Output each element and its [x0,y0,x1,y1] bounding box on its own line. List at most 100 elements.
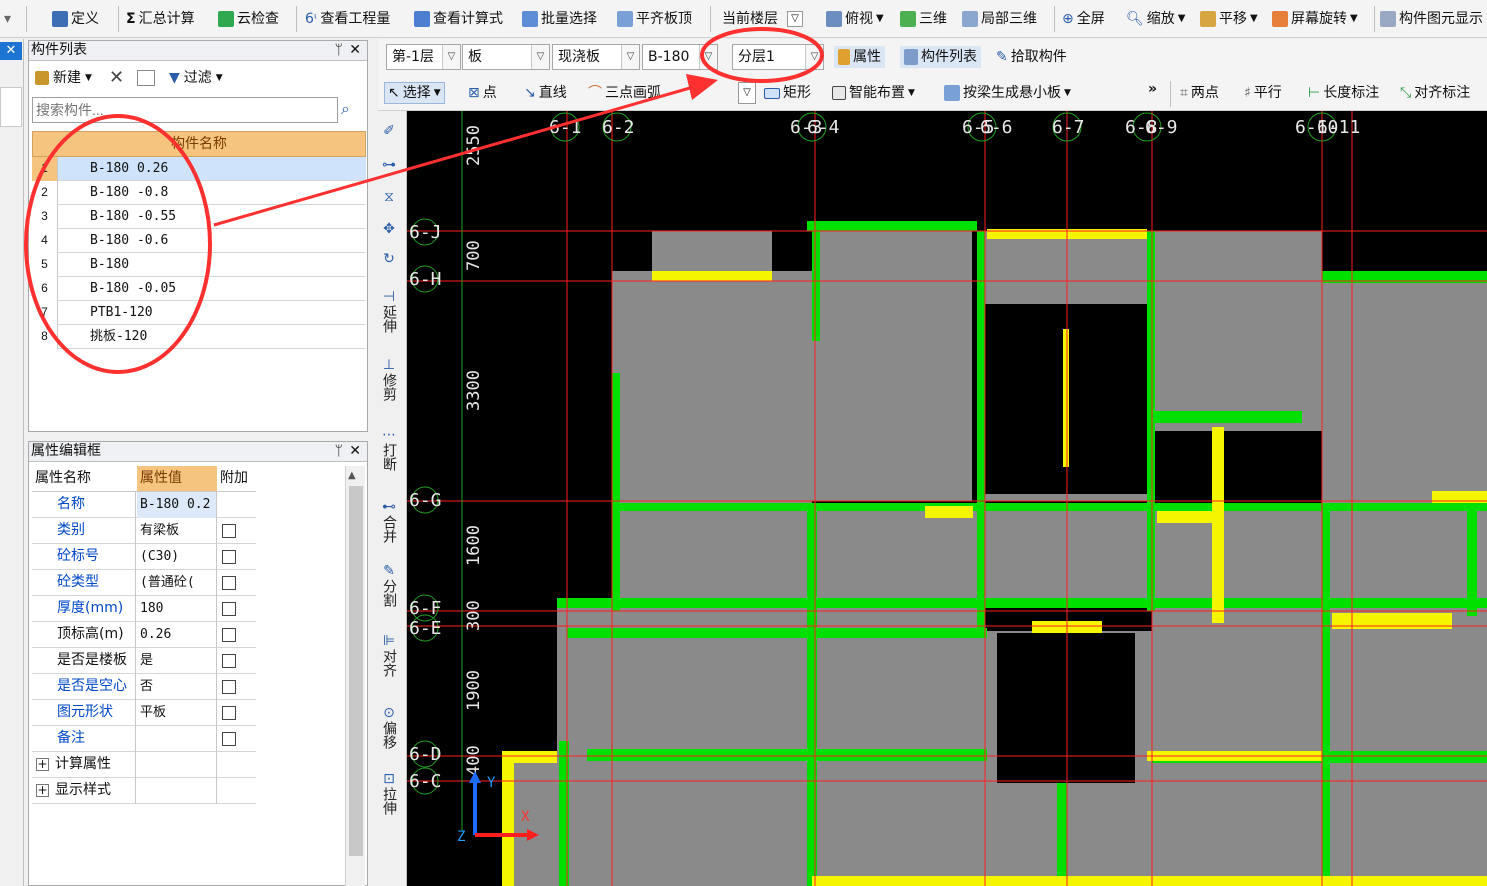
search-icon[interactable]: ⌕ [341,99,350,119]
property-value[interactable]: 有梁板 [137,518,217,544]
property-row[interactable]: 砼标号 (C30) [32,544,256,570]
property-row[interactable]: + 显示样式 [32,778,256,804]
zoom-button[interactable]: 🔍︎ 缩放 ▼ [1126,8,1185,30]
property-row[interactable]: 类别 有梁板 [32,518,256,544]
property-row[interactable]: 砼类型 (普通砼( [32,570,256,596]
beam-generate-button[interactable]: 按梁生成悬小板 ▼ [944,82,1071,104]
extra-checkbox[interactable] [222,628,236,642]
table-row[interactable]: 8 挑板-120 [32,325,366,349]
two-point-button[interactable]: ⌗ 两点 [1180,82,1219,104]
search-input[interactable] [32,97,338,123]
filter-button[interactable]: ▼ 过滤 ▼ [169,67,223,89]
property-value[interactable]: 是 [137,648,217,674]
extra-checkbox[interactable] [222,550,236,564]
extra-checkbox[interactable] [222,576,236,590]
scroll-thumb[interactable] [349,486,363,856]
component-display-button[interactable]: 构件图元显示 [1380,8,1483,30]
property-value[interactable]: 0.26 [137,622,217,648]
extra-checkbox[interactable] [222,680,236,694]
close-icon[interactable]: ✕ [349,442,361,461]
property-row[interactable]: 是否是空心否 [32,674,256,700]
view-formula-button[interactable]: 查看计算式 [414,8,503,30]
property-row[interactable]: + 计算属性 [32,752,256,778]
component-select[interactable]: B-180 ▽ [642,44,718,70]
arc-button[interactable]: ⌒ 三点画弧 [588,82,670,104]
copy-icon[interactable]: ⊶ [377,157,401,173]
property-value[interactable]: (C30) [137,544,217,570]
pick-component-button[interactable]: ✎ 拾取构件 [996,46,1067,68]
scroll-up-icon[interactable]: ▲ [348,470,356,481]
property-value[interactable] [137,778,217,804]
type-select[interactable]: 板 ▽ [462,44,550,70]
component-list-toggle[interactable]: 构件列表 [900,46,981,68]
length-dim-button[interactable]: ⊢ 长度标注 [1308,82,1379,104]
smart-layout-button[interactable]: 智能布置 ▼ [832,82,915,104]
property-value[interactable]: 180 [137,596,217,622]
vertical-tool-button[interactable]: ⊙ 偏移 [377,705,401,749]
local-3d-button[interactable]: 局部三维 [962,8,1037,30]
select-button[interactable]: ↖ 选择 ▼ [384,82,445,104]
extra-checkbox[interactable] [222,524,236,538]
floor-select[interactable]: 第-1层 ▽ [386,44,461,70]
table-row[interactable]: 3 B-180 -0.55 [32,205,366,229]
property-scrollbar[interactable]: ▲ [345,466,365,886]
line-button[interactable]: ↘ 直线 [524,82,567,104]
extra-checkbox[interactable] [222,732,236,746]
expand-icon[interactable]: + [36,758,49,771]
vertical-tool-button[interactable]: ⊷ 合并 [377,499,401,543]
vertical-tool-button[interactable]: ⊣ 延伸 [377,289,401,333]
column-header-name[interactable]: 构件名称 [32,131,366,157]
fullscreen-button[interactable]: ⊕ 全屏 [1062,8,1105,30]
arc-dropdown[interactable]: ▽ [738,82,756,104]
mirror-icon[interactable]: ⧖ [377,189,401,205]
overflow-chevron-icon[interactable]: ▾ [4,8,11,30]
property-value[interactable]: (普通砼( [137,570,217,596]
property-row[interactable]: 是否是楼板是 [32,648,256,674]
pin-icon[interactable]: ᛘ [335,41,343,60]
copy-icon[interactable] [137,70,155,86]
table-row[interactable]: 2 B-180 -0.8 [32,181,366,205]
table-row[interactable]: 6 B-180 -0.05 [32,277,366,301]
more-tools-icon[interactable]: » [1148,78,1157,100]
align-dim-button[interactable]: ⤡ 对齐标注 [1400,82,1470,104]
property-row[interactable]: 厚度(mm) 180 [32,596,256,622]
pan-button[interactable]: 平移 ▼ [1200,8,1258,30]
new-button[interactable]: 新建 ▼ [35,67,92,89]
parallel-button[interactable]: ♯ 平行 [1244,82,1282,104]
define-button[interactable]: 定义 [52,8,99,30]
rectangle-button[interactable]: 矩形 [764,82,811,104]
current-floor-toggle[interactable]: 当前楼层 ▽ [722,8,803,30]
table-row[interactable]: 5 B-180 [32,253,366,277]
move-icon[interactable]: ✥ [377,221,401,237]
rotate-screen-button[interactable]: 屏幕旋转 ▼ [1272,8,1358,30]
vertical-tool-button[interactable]: ⋯ 打断 [377,427,401,471]
cloud-check-button[interactable]: 云检查 [218,8,279,30]
table-row[interactable]: 7 PTB1-120 [32,301,366,325]
property-value[interactable]: 平板 [137,700,217,726]
property-row[interactable]: 顶标高(m) 0.26 [32,622,256,648]
property-value[interactable] [137,726,217,752]
expand-icon[interactable]: + [36,784,49,797]
vertical-tool-button[interactable]: ⊥ 修剪 [377,357,401,401]
table-row[interactable]: 4 B-180 -0.6 [32,229,366,253]
pin-icon[interactable]: ᛘ [335,442,343,461]
vertical-tool-button[interactable]: ✎ 分割 [377,563,401,607]
point-button[interactable]: ⊠ 点 [468,82,497,104]
property-row[interactable]: 名称 B-180 0.2 [32,492,256,518]
property-value[interactable]: B-180 0.2 [137,492,217,518]
vertical-tool-button[interactable]: ⊡ 拉伸 [377,771,401,815]
batch-select-button[interactable]: 批量选择 [522,8,597,30]
close-icon[interactable]: ✕ [0,42,22,60]
extra-checkbox[interactable] [222,654,236,668]
rotate-icon[interactable]: ↻ [377,251,401,267]
view-quantity-button[interactable]: 6ᶥ 查看工程量 [305,8,390,30]
extra-checkbox[interactable] [222,706,236,720]
delete-icon[interactable]: ✕ [109,67,124,89]
close-icon[interactable]: ✕ [349,41,361,60]
layer-select[interactable]: 分层1 ▽ [732,44,824,70]
extra-checkbox[interactable] [222,602,236,616]
property-row[interactable]: 图元形状 平板 [32,700,256,726]
align-top-button[interactable]: 平齐板顶 [617,8,692,30]
cad-canvas[interactable]: 6-1 6-2 6-3 6-4 6-5 6-6 6-7 6-8 6-9 6-10 6-11 6-J 6-… [407,111,1487,886]
table-row[interactable]: 1 B-180 0.26 [32,157,366,181]
